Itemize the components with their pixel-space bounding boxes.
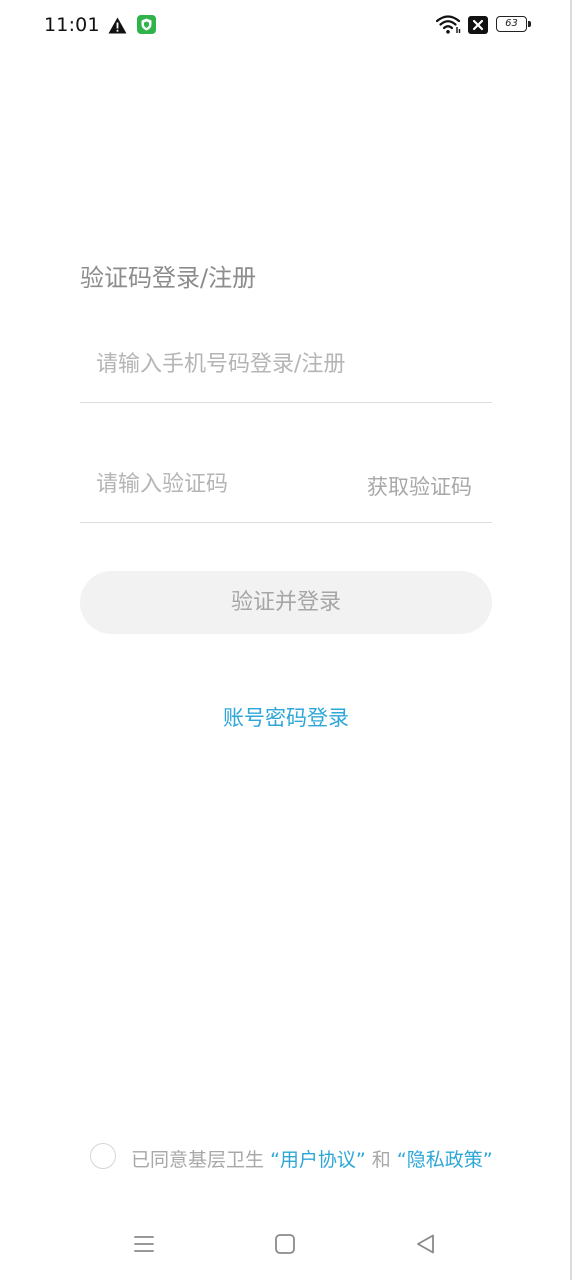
status-time: 11:01 [44, 14, 100, 36]
status-bar: 11:01 63 [0, 0, 572, 52]
agreement-text: 已同意基层卫生 “用户协议” 和 “隐私政策” [131, 1145, 493, 1172]
wifi-icon [436, 15, 461, 34]
agreement-conjunction: 和 [371, 1149, 391, 1171]
phone-input[interactable] [96, 346, 476, 382]
verification-code-input[interactable] [96, 466, 356, 502]
sim-off-icon [468, 16, 488, 34]
warning-icon [108, 17, 127, 34]
shield-app-icon [137, 15, 156, 34]
battery-level: 63 [496, 16, 527, 32]
menu-icon[interactable] [132, 1232, 156, 1256]
account-password-login-link[interactable]: 账号密码登录 [0, 702, 572, 732]
code-field[interactable]: 获取验证码 [80, 450, 492, 523]
home-icon[interactable] [273, 1232, 297, 1256]
get-code-button[interactable]: 获取验证码 [367, 471, 472, 501]
battery-icon: 63 [496, 16, 532, 34]
phone-field[interactable] [80, 330, 492, 403]
page-title: 验证码登录/注册 [80, 264, 257, 292]
agreement-row: 已同意基层卫生 “用户协议” 和 “隐私政策” [90, 1142, 510, 1172]
system-nav-bar [0, 1210, 572, 1280]
agreement-prefix: 已同意基层卫生 [131, 1149, 265, 1171]
battery-tip [528, 21, 531, 27]
back-icon[interactable] [414, 1232, 438, 1256]
user-agreement-link[interactable]: “用户协议” [270, 1149, 366, 1171]
agree-checkbox[interactable] [90, 1143, 116, 1169]
privacy-policy-link[interactable]: “隐私政策” [397, 1149, 493, 1171]
verify-login-button[interactable]: 验证并登录 [80, 571, 492, 634]
